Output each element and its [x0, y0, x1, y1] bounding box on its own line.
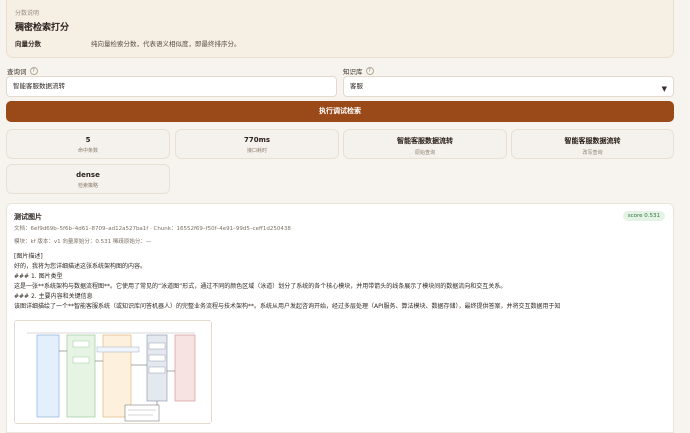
- stat-card: 智能客服数据流转 改写查询: [511, 129, 674, 159]
- explanation-key: 向量分数: [15, 40, 41, 48]
- content-line: 这是一张**系统架构与数据流程图**。它使用了常见的“泳道图”形式，通过不同的颜…: [14, 283, 507, 290]
- stat-value: 智能客服数据流转: [397, 137, 453, 145]
- score-explanation-panel: 分数说明 稠密检索打分 向量分数 纯向量检索分数，代表语义相似度，即最终排序分。: [6, 0, 674, 58]
- result-title: 测试图片: [14, 213, 42, 221]
- stat-caption: 原始查询: [414, 150, 435, 156]
- explanation-caption: 分数说明: [15, 10, 40, 17]
- chevron-down-icon: ▼: [661, 85, 667, 93]
- content-line: ### 1. 图片类型: [14, 273, 63, 280]
- help-icon[interactable]: ?: [365, 67, 374, 75]
- result-card: 测试图片 score 0.531 文档：6ef9d69b–5f6b–4d61–8…: [6, 203, 674, 433]
- architecture-image-thumbnail[interactable]: [14, 320, 212, 424]
- stat-value: 770ms: [243, 136, 271, 144]
- kb-label-row: 知识库 ?: [343, 66, 374, 76]
- help-icon[interactable]: ?: [29, 67, 38, 75]
- run-debug-search-button[interactable]: 执行调试检索: [6, 101, 674, 122]
- stat-caption: 命中条数: [77, 148, 98, 154]
- content-line: 该图详细描绘了一个**智能客服系统（或知识库问答机器人）的完整业务流程与技术架构…: [14, 303, 561, 310]
- stat-value: dense: [76, 171, 100, 179]
- stat-card: 770ms 接口耗时: [175, 129, 339, 159]
- query-label-row: 查询词 ?: [7, 66, 38, 76]
- stat-caption: 改写查询: [582, 150, 603, 156]
- score-badge: score 0.531: [622, 211, 665, 221]
- explanation-value: 纯向量检索分数，代表语义相似度，即最终排序分。: [91, 40, 241, 48]
- kb-select[interactable]: 客服 ▼: [343, 76, 674, 97]
- stat-card: 5 命中条数: [6, 129, 170, 159]
- query-label: 查询词: [7, 68, 27, 76]
- content-line: [图片描述]: [14, 253, 43, 260]
- query-input[interactable]: 智能客服数据流转: [6, 76, 337, 97]
- explanation-title: 稠密检索打分: [15, 23, 70, 33]
- stat-card: 智能客服数据流转 原始查询: [343, 129, 507, 159]
- content-line: ### 2. 主要内容和关键信息: [14, 293, 93, 300]
- stat-caption: 检索策略: [77, 183, 98, 189]
- kb-label: 知识库: [343, 68, 363, 76]
- kb-select-value: 客服: [350, 82, 363, 90]
- stat-card: dense 检索策略: [6, 164, 170, 194]
- stat-value: 智能客服数据流转: [564, 137, 621, 145]
- meta-line: 模块：kf 版本：v1 向量原始分：0.531 稀疏原始分：—: [14, 239, 152, 245]
- architecture-diagram-image: [15, 321, 211, 423]
- content-line: 好的，我将为您详细描述这张系统架构图的内容。: [14, 263, 147, 270]
- doc-chunk-line: 文档：6ef9d69b–5f6b–4d61–8709–ad12a527ba1f …: [14, 226, 291, 232]
- stat-value: 5: [85, 136, 91, 144]
- stat-caption: 接口耗时: [246, 148, 267, 154]
